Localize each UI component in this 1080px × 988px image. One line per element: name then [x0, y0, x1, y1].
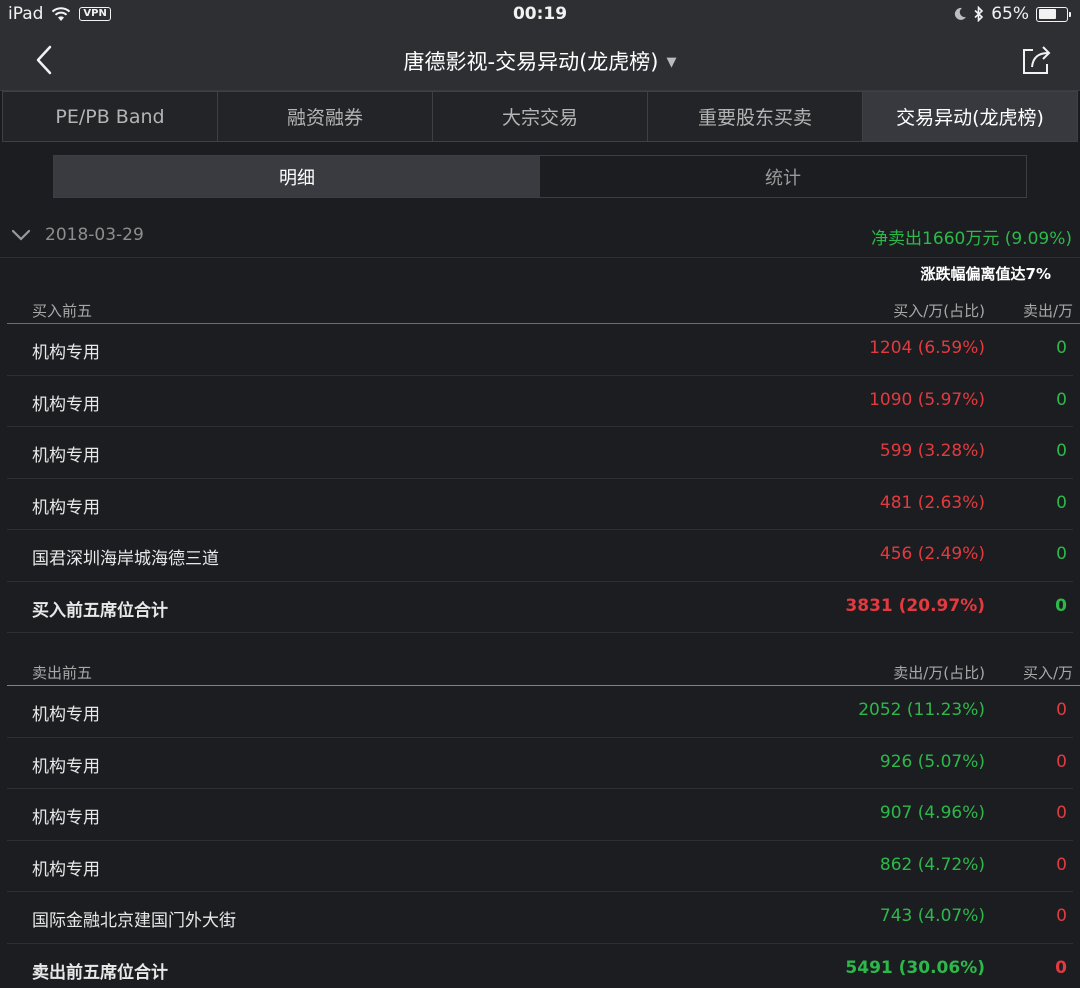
sell-amount: 0	[1056, 492, 1067, 513]
sell-section-title: 卖出前五	[32, 664, 93, 682]
buy-amount: 1204 (6.59%)	[869, 338, 985, 358]
sell-column-header: 卖出/万(占比)	[893, 664, 985, 682]
seat-name: 国君深圳海岸城海德三道	[32, 549, 219, 569]
bluetooth-icon	[974, 6, 984, 22]
seat-name: 机构专用	[32, 705, 100, 725]
chevron-down-icon[interactable]	[10, 224, 32, 246]
record-date: 2018-03-29	[45, 225, 144, 245]
buy-amount: 1090 (5.97%)	[869, 389, 985, 410]
page-title[interactable]: 唐德影视-交易异动(龙虎榜) ▼	[0, 46, 1080, 76]
sell-amount: 0	[1056, 338, 1067, 358]
battery-icon	[1036, 6, 1071, 22]
dropdown-caret-icon: ▼	[666, 55, 677, 70]
navigation-bar: 唐德影视-交易异动(龙虎榜) ▼	[0, 30, 1080, 90]
buy-column-header: 买入/万	[1022, 664, 1073, 682]
sell-column-header: 卖出/万	[1022, 302, 1073, 320]
sell-amount: 2052 (11.23%)	[858, 700, 985, 720]
tab-trading-anomaly[interactable]: 交易异动(龙虎榜)	[862, 91, 1078, 142]
clock: 00:19	[512, 4, 568, 24]
sell-section-header: 卖出前五 卖出/万(占比) 买入/万	[0, 656, 1080, 686]
tab-pe-pb-band[interactable]: PE/PB Band	[2, 91, 217, 142]
status-bar: iPad VPN 00:19 65%	[0, 0, 1080, 30]
buy-amount: 0	[1056, 700, 1067, 720]
table-row[interactable]: 机构专用 926 (5.07%) 0	[7, 738, 1073, 789]
seat-name: 国际金融北京建国门外大街	[32, 911, 236, 931]
segmented-control: 明细 统计	[53, 155, 1027, 198]
segment-statistics[interactable]: 统计	[540, 156, 1026, 197]
sell-total-amount: 5491 (30.06%)	[845, 957, 985, 978]
buy-total-amount: 3831 (20.97%)	[845, 595, 985, 616]
segment-detail[interactable]: 明细	[54, 156, 540, 197]
net-sell-summary: 净卖出1660万元 (9.09%)	[871, 229, 1072, 249]
buy-column-header: 买入/万(占比)	[893, 302, 985, 320]
seat-name: 机构专用	[32, 497, 100, 518]
buy-amount: 599 (3.28%)	[879, 441, 985, 461]
buy-section-header: 买入前五 买入/万(占比) 卖出/万	[0, 294, 1080, 324]
total-label: 买入前五席位合计	[32, 600, 168, 621]
sell-total-amount: 0	[1055, 595, 1067, 616]
buy-amount: 481 (2.63%)	[879, 492, 985, 513]
tab-margin-trading[interactable]: 融资融券	[217, 91, 432, 142]
record-header[interactable]: 2018-03-29 净卖出1660万元 (9.09%)	[0, 214, 1080, 258]
page-title-text: 唐德影视-交易异动(龙虎榜)	[403, 50, 659, 74]
seat-name: 机构专用	[32, 343, 100, 363]
tab-block-trade[interactable]: 大宗交易	[432, 91, 647, 142]
buy-amount: 0	[1056, 751, 1067, 772]
buy-total-amount: 0	[1055, 957, 1067, 978]
listing-reason: 涨跌幅偏离值达7%	[920, 265, 1051, 283]
seat-name: 机构专用	[32, 859, 100, 880]
seat-name: 机构专用	[32, 756, 100, 777]
table-row[interactable]: 国君深圳海岸城海德三道 456 (2.49%) 0	[7, 530, 1073, 582]
table-row[interactable]: 机构专用 599 (3.28%) 0	[7, 427, 1073, 479]
sell-amount: 862 (4.72%)	[879, 854, 985, 875]
buy-amount: 0	[1056, 906, 1067, 926]
table-row[interactable]: 国际金融北京建国门外大街 743 (4.07%) 0	[7, 892, 1073, 944]
tab-bar: PE/PB Band 融资融券 大宗交易 重要股东买卖 交易异动(龙虎榜)	[0, 90, 1080, 142]
sell-amount: 743 (4.07%)	[879, 906, 985, 926]
sell-amount: 926 (5.07%)	[879, 751, 985, 772]
seat-name: 机构专用	[32, 446, 100, 466]
table-row[interactable]: 机构专用 907 (4.96%) 0	[7, 789, 1073, 841]
buy-amount: 456 (2.49%)	[879, 544, 985, 564]
total-label: 卖出前五席位合计	[32, 962, 168, 983]
table-row[interactable]: 机构专用 481 (2.63%) 0	[7, 479, 1073, 530]
battery-percent: 65%	[991, 4, 1029, 24]
seat-name: 机构专用	[32, 394, 100, 415]
sell-total-row: 卖出前五席位合计 5491 (30.06%) 0	[7, 944, 1073, 988]
buy-amount: 0	[1056, 854, 1067, 875]
share-icon[interactable]	[1018, 42, 1054, 78]
buy-amount: 0	[1056, 803, 1067, 823]
table-row[interactable]: 机构专用 2052 (11.23%) 0	[7, 686, 1073, 738]
sell-amount: 0	[1056, 544, 1067, 564]
tab-major-shareholder[interactable]: 重要股东买卖	[647, 91, 862, 142]
sell-amount: 0	[1056, 389, 1067, 410]
sell-amount: 0	[1056, 441, 1067, 461]
sell-amount: 907 (4.96%)	[879, 803, 985, 823]
buy-section-title: 买入前五	[32, 302, 93, 320]
seat-name: 机构专用	[32, 808, 100, 828]
status-right: 65%	[953, 4, 1071, 24]
moon-icon	[955, 7, 967, 20]
table-row[interactable]: 机构专用 862 (4.72%) 0	[7, 841, 1073, 892]
table-row[interactable]: 机构专用 1090 (5.97%) 0	[7, 376, 1073, 427]
battery-level	[1038, 9, 1057, 19]
table-row[interactable]: 机构专用 1204 (6.59%) 0	[7, 324, 1073, 376]
buy-total-row: 买入前五席位合计 3831 (20.97%) 0	[7, 582, 1073, 633]
